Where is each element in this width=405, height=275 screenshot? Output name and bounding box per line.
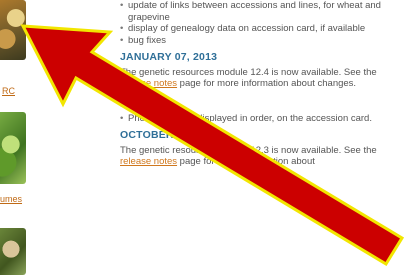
list-item: bug fixes xyxy=(120,35,405,47)
news-text: The genetic resources module 12.4 is now… xyxy=(120,66,377,78)
sidebar: RC umes xyxy=(0,0,40,275)
news-date: OCTOBER 05, 2012 xyxy=(120,129,220,141)
changes-label: Changes: xyxy=(120,89,161,101)
news-block-2-list: bug fixes Phenotypes are displayed in or… xyxy=(120,101,405,124)
wheat-thumbnail-icon[interactable] xyxy=(0,0,26,60)
news-date: JANUARY 07, 2013 xyxy=(120,51,218,63)
news-text: page for more information about changes. xyxy=(177,78,357,89)
news-block-1-list: update of links between accessions and l… xyxy=(120,0,405,46)
news-paragraph: The genetic resources module 12.4 is now… xyxy=(120,67,405,90)
news-text: page for more information about xyxy=(177,156,315,167)
list-item: display of genealogy data on accession c… xyxy=(120,23,405,35)
list-item: Phenotypes are displayed in order, on th… xyxy=(120,113,405,125)
release-notes-link[interactable]: release notes xyxy=(120,156,177,167)
news-column: update of links between accessions and l… xyxy=(120,0,405,168)
bean-thumbnail-icon[interactable] xyxy=(0,228,26,275)
lettuce-thumbnail-icon[interactable] xyxy=(0,112,26,184)
sidebar-link-umes[interactable]: umes xyxy=(0,194,22,204)
release-notes-link[interactable]: release notes xyxy=(120,78,177,89)
news-paragraph: The genetic resources module 12.3 is now… xyxy=(120,145,405,168)
news-text: The genetic resources module 12.3 is now… xyxy=(120,144,377,156)
list-item: update of links between accessions and l… xyxy=(120,0,405,23)
sidebar-link-rc[interactable]: RC xyxy=(2,86,15,96)
list-item: bug fixes xyxy=(120,101,405,113)
